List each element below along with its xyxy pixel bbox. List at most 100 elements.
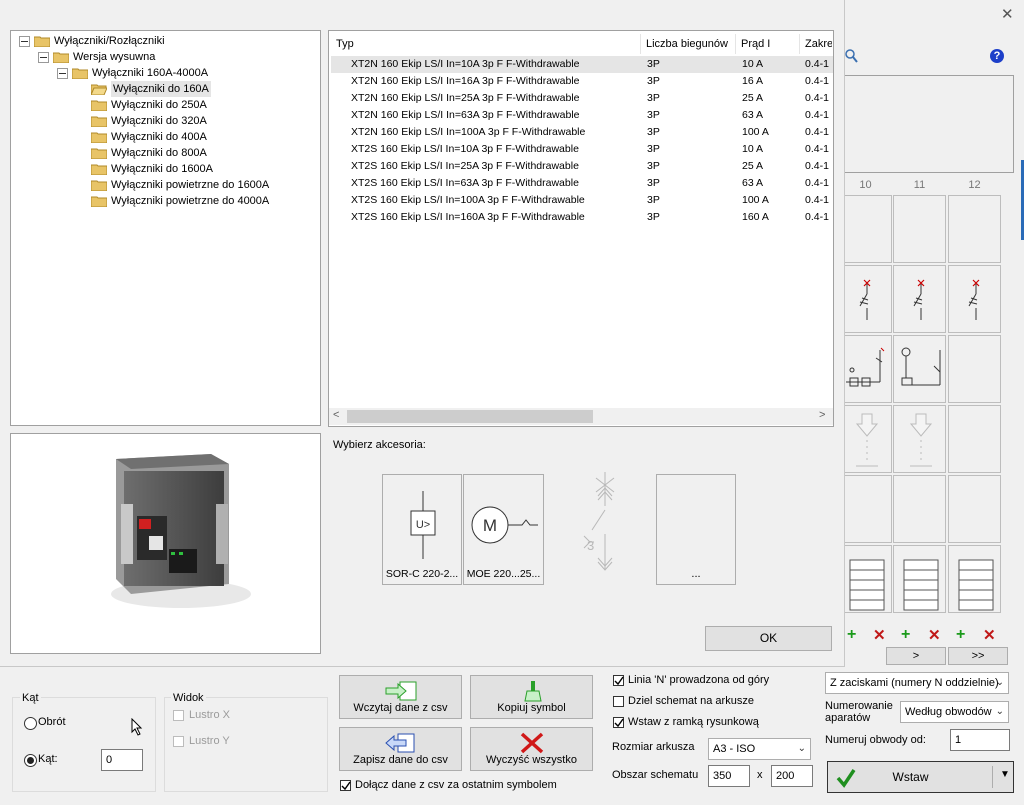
- grid-cell[interactable]: [948, 475, 1001, 543]
- save-csv-button[interactable]: Zapisz dane do csv: [339, 727, 462, 771]
- category-tree[interactable]: Wyłączniki/Rozłączniki Wersja wysuwna Wy…: [10, 30, 321, 426]
- tree-item[interactable]: Wyłączniki do 800A: [91, 145, 207, 161]
- numerowanie-label: Numerowanie aparatów: [825, 700, 893, 724]
- collapse-icon[interactable]: [19, 35, 30, 47]
- remove-icon[interactable]: ✕: [873, 626, 886, 644]
- remove-icon[interactable]: ✕: [983, 626, 996, 644]
- grid-cell[interactable]: [948, 335, 1001, 403]
- grid-cell-control[interactable]: [839, 335, 892, 403]
- col-header-bieguny[interactable]: Liczba biegunów: [646, 34, 728, 54]
- kat-group-title: Kąt: [20, 692, 41, 704]
- numbering-select[interactable]: Według obwodów ⌄: [900, 701, 1009, 723]
- wstaw-ramka-checkbox[interactable]: [613, 717, 624, 728]
- add-icon[interactable]: +: [847, 626, 856, 644]
- tree-item[interactable]: Wyłączniki do 400A: [91, 129, 207, 145]
- tree-item[interactable]: Wyłączniki do 1600A: [91, 161, 213, 177]
- numeruj-input[interactable]: 1: [950, 729, 1010, 751]
- scroll-thumb[interactable]: [347, 410, 593, 423]
- cell-bieguny: 3P: [647, 109, 660, 121]
- table-row[interactable]: XT2N 160 Ekip LS/I In=10A 3p F F-Withdra…: [331, 56, 833, 73]
- table-row[interactable]: XT2N 160 Ekip LS/I In=16A 3p F F-Withdra…: [331, 73, 833, 90]
- tree-node-level1[interactable]: Wersja wysuwna: [38, 49, 155, 65]
- next-page-button[interactable]: >: [886, 647, 946, 665]
- accessory-more-button[interactable]: ...: [656, 474, 736, 585]
- grid-cell[interactable]: [839, 195, 892, 263]
- breaker-preview-symbol: 3: [583, 472, 615, 571]
- accessory-sor-button[interactable]: U> SOR-C 220-2...: [382, 474, 462, 585]
- tree-item[interactable]: Wyłączniki powietrzne do 1600A: [91, 177, 269, 193]
- grid-cell[interactable]: [893, 475, 946, 543]
- dziel-checkbox[interactable]: [613, 696, 624, 707]
- table-row[interactable]: XT2S 160 Ekip LS/I In=63A 3p F F-Withdra…: [331, 175, 833, 192]
- collapse-icon[interactable]: [38, 51, 49, 63]
- ok-button[interactable]: OK: [705, 626, 832, 651]
- table-row[interactable]: XT2N 160 Ekip LS/I In=63A 3p F F-Withdra…: [331, 107, 833, 124]
- remove-icon[interactable]: ✕: [928, 626, 941, 644]
- kat-group: [12, 697, 156, 792]
- grid-cell-terminals[interactable]: [893, 545, 946, 613]
- add-icon[interactable]: +: [901, 626, 910, 644]
- terminals-select[interactable]: Z zaciskami (numery N oddzielnie) ⌄: [825, 672, 1009, 694]
- kat-input[interactable]: 0: [101, 749, 143, 771]
- table-row[interactable]: XT2S 160 Ekip LS/I In=25A 3p F F-Withdra…: [331, 158, 833, 175]
- grid-cell-terminals[interactable]: [948, 545, 1001, 613]
- sheet-size-select[interactable]: A3 - ISO ⌄: [708, 738, 811, 760]
- table-row[interactable]: XT2S 160 Ekip LS/I In=100A 3p F F-Withdr…: [331, 192, 833, 209]
- search-icon[interactable]: [845, 48, 859, 64]
- area-width-input[interactable]: 350: [708, 765, 750, 787]
- kat-radio[interactable]: [24, 754, 37, 767]
- table-row[interactable]: XT2S 160 Ekip LS/I In=160A 3p F F-Withdr…: [331, 209, 833, 226]
- linia-n-checkbox[interactable]: [613, 675, 624, 686]
- grid-cell-arrow[interactable]: [839, 405, 892, 473]
- obrot-radio[interactable]: [24, 717, 37, 730]
- table-row[interactable]: XT2N 160 Ekip LS/I In=25A 3p F F-Withdra…: [331, 90, 833, 107]
- grid-cell[interactable]: [948, 195, 1001, 263]
- horizontal-scrollbar[interactable]: < >: [329, 408, 833, 425]
- last-page-button[interactable]: >>: [948, 647, 1008, 665]
- grid-cell[interactable]: [839, 475, 892, 543]
- tree-item[interactable]: Wyłączniki powietrzne do 4000A: [91, 193, 269, 209]
- accessory-moe-button[interactable]: M MOE 220...25...: [463, 474, 544, 585]
- tree-node-level2[interactable]: Wyłączniki 160A-4000A: [57, 65, 208, 81]
- grid-cell[interactable]: [893, 195, 946, 263]
- grid-cell-arrow[interactable]: [893, 405, 946, 473]
- tree-item-selected[interactable]: Wyłączniki do 160A: [91, 81, 211, 97]
- ok-label: OK: [759, 631, 778, 645]
- linia-n-label: Linia 'N' prowadzona od góry: [628, 674, 770, 686]
- table-row[interactable]: XT2N 160 Ekip LS/I In=100A 3p F F-Withdr…: [331, 124, 833, 141]
- accessory-label: MOE 220...25...: [466, 568, 541, 580]
- collapse-icon[interactable]: [57, 67, 68, 79]
- lustro-x-checkbox[interactable]: [173, 710, 184, 721]
- chevron-down-icon: ⌄: [995, 677, 1004, 688]
- dropdown-arrow-icon[interactable]: ▼: [1000, 769, 1010, 780]
- clear-all-button[interactable]: Wyczyść wszystko: [470, 727, 593, 771]
- area-height-input[interactable]: 200: [771, 765, 813, 787]
- cell-bieguny: 3P: [647, 58, 660, 70]
- load-csv-button[interactable]: Wczytaj dane z csv: [339, 675, 462, 719]
- tree-item[interactable]: Wyłączniki do 320A: [91, 113, 207, 129]
- tree-item[interactable]: Wyłączniki do 250A: [91, 97, 207, 113]
- add-icon[interactable]: +: [956, 626, 965, 644]
- col-header-prad[interactable]: Prąd I: [741, 34, 770, 54]
- grid-cell-breaker[interactable]: [839, 265, 892, 333]
- table-row[interactable]: XT2S 160 Ekip LS/I In=10A 3p F F-Withdra…: [331, 141, 833, 158]
- grid-cell[interactable]: [948, 405, 1001, 473]
- help-icon[interactable]: ?: [990, 49, 1004, 63]
- append-csv-checkbox[interactable]: [340, 780, 351, 791]
- close-icon[interactable]: ✕: [1001, 5, 1014, 23]
- scroll-left-icon[interactable]: <: [333, 409, 339, 421]
- tree-node-root[interactable]: Wyłączniki/Rozłączniki: [19, 33, 165, 49]
- lustro-y-checkbox[interactable]: [173, 736, 184, 747]
- grid-cell-terminals[interactable]: [839, 545, 892, 613]
- insert-button[interactable]: Wstaw ▼: [827, 761, 1014, 793]
- cell-prad: 100 A: [742, 194, 769, 206]
- grid-cell-breaker[interactable]: [893, 265, 946, 333]
- scroll-right-icon[interactable]: >: [819, 409, 825, 421]
- cell-bieguny: 3P: [647, 143, 660, 155]
- copy-symbol-button[interactable]: Kopiuj symbol: [470, 675, 593, 719]
- col-header-zakres[interactable]: Zakre: [805, 34, 832, 54]
- grid-cell-control[interactable]: [893, 335, 946, 403]
- col-header-typ[interactable]: Typ: [336, 34, 354, 54]
- export-icon: [385, 733, 415, 753]
- grid-cell-breaker[interactable]: [948, 265, 1001, 333]
